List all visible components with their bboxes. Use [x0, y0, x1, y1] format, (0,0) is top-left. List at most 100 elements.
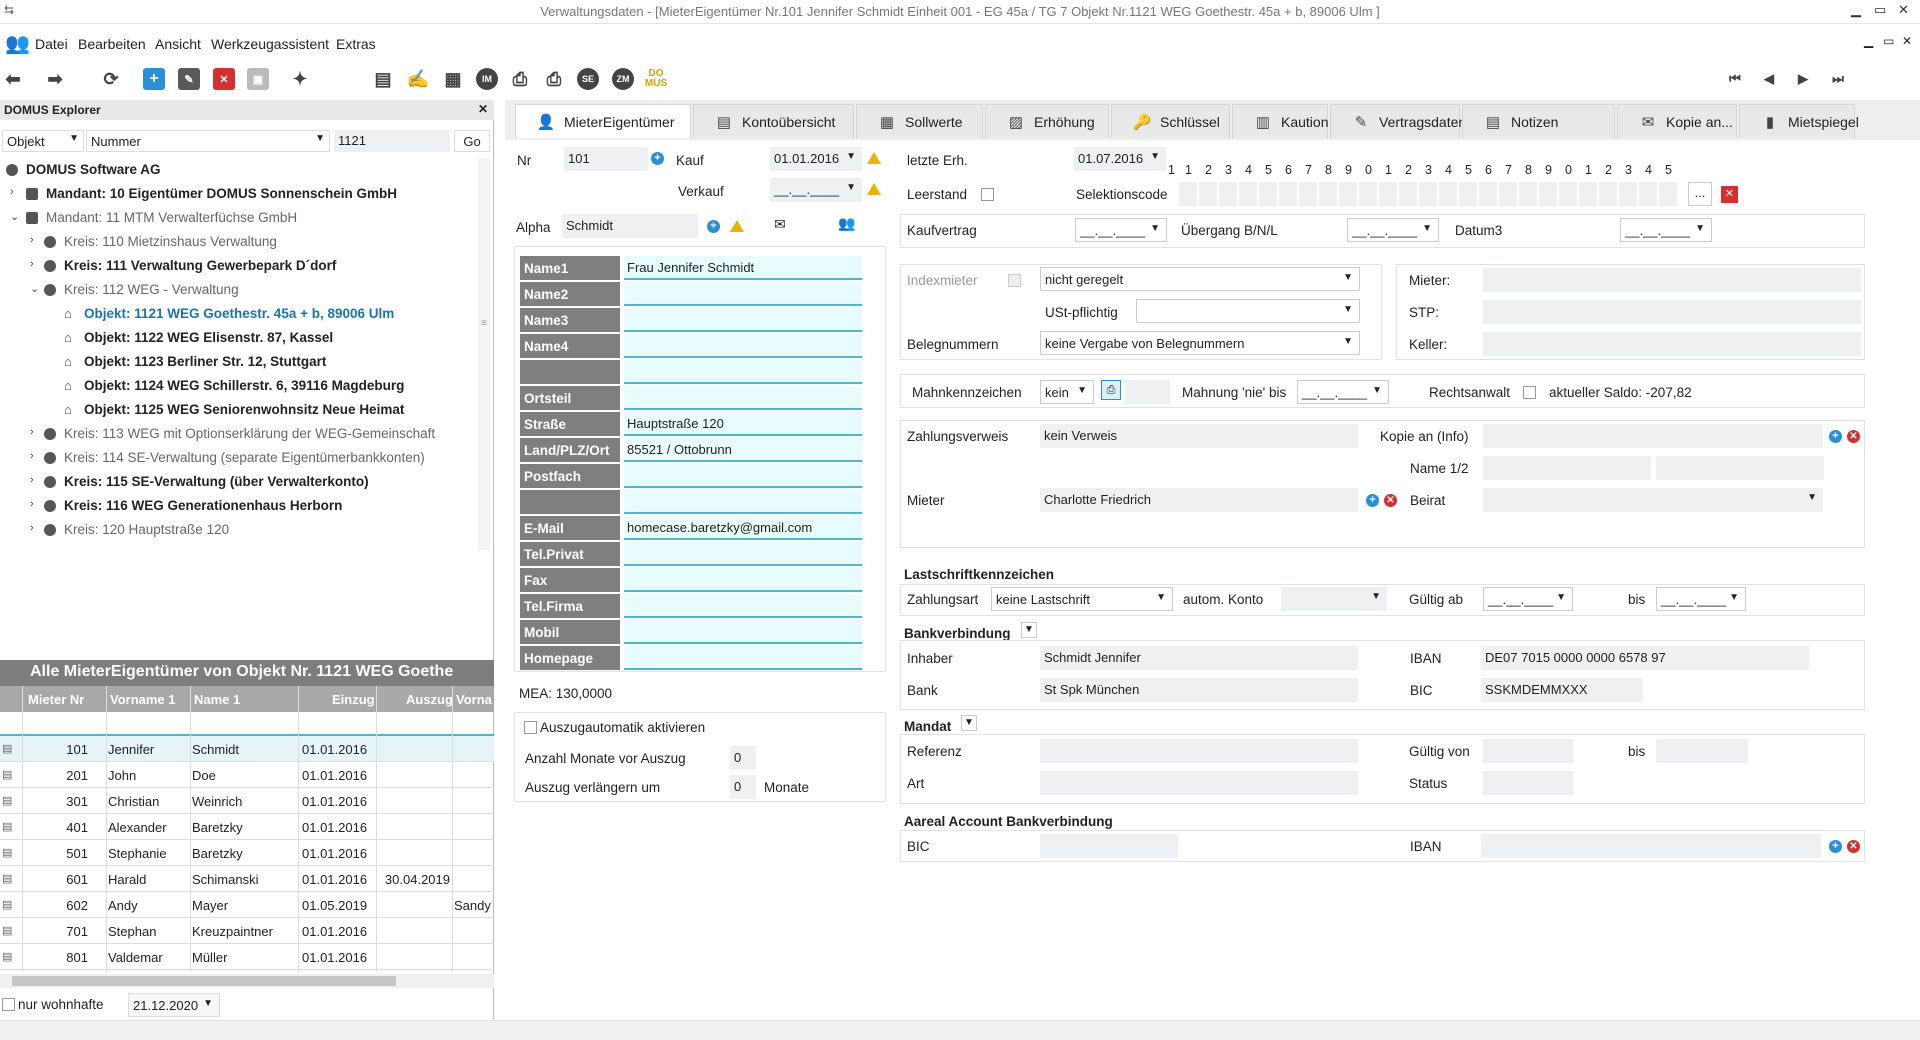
- table-row[interactable]: ▤ 602 Andy Mayer 01.05.2019 Sandy: [0, 892, 494, 918]
- mahn-extra-field[interactable]: [1124, 380, 1170, 404]
- remove-icon[interactable]: ✕: [1847, 840, 1860, 853]
- table-row[interactable]: ▤ 201 John Doe 01.01.2016: [0, 762, 494, 788]
- zm-icon[interactable]: ZM: [612, 68, 634, 90]
- nr-field[interactable]: 101: [564, 147, 648, 171]
- ust-select[interactable]: ▼: [1136, 299, 1360, 323]
- selektionscode-box[interactable]: [1239, 182, 1257, 206]
- selektionscode-box[interactable]: [1459, 182, 1477, 206]
- filter-value-input[interactable]: 1121: [334, 130, 450, 152]
- address-field[interactable]: [624, 282, 862, 306]
- menu-extras[interactable]: Extras: [336, 36, 376, 52]
- back-icon[interactable]: ⬅: [2, 68, 24, 90]
- datum3-date[interactable]: __.__.____ ▼: [1620, 218, 1712, 242]
- selektionscode-box[interactable]: [1219, 182, 1237, 206]
- sign-icon[interactable]: ✍: [407, 68, 429, 90]
- keller-field[interactable]: [1483, 332, 1861, 356]
- mdi-minimize-icon[interactable]: ▁: [1864, 34, 1873, 48]
- bank-field[interactable]: St Spk München: [1040, 678, 1358, 702]
- table-row[interactable]: ▤ 401 Alexander Baretzky 01.01.2016: [0, 814, 494, 840]
- clear-icon[interactable]: ✕: [1721, 186, 1738, 203]
- print-icon[interactable]: ⎙: [1101, 380, 1121, 400]
- aareal-bic-field[interactable]: [1040, 834, 1178, 858]
- mahnkennzeichen-select[interactable]: kein ▼: [1040, 380, 1094, 404]
- delete-icon[interactable]: ✕: [213, 68, 235, 90]
- selektionscode-box[interactable]: [1439, 182, 1457, 206]
- add-icon[interactable]: +: [1829, 840, 1842, 853]
- iban-field[interactable]: DE07 7015 0000 0000 6578 97: [1481, 646, 1809, 670]
- selektionscode-box[interactable]: [1659, 182, 1677, 206]
- report-icon[interactable]: ▤: [372, 68, 394, 90]
- selektionscode-box[interactable]: [1199, 182, 1217, 206]
- address-field[interactable]: [624, 386, 862, 410]
- add-icon[interactable]: +: [1366, 494, 1379, 507]
- table-row[interactable]: ▤ 601 Harald Schimanski 01.01.2016 30.04.2019: [0, 866, 494, 892]
- selektionscode-box[interactable]: [1559, 182, 1577, 206]
- col-name[interactable]: Name 1: [194, 692, 240, 707]
- menu-werkzeugassistent[interactable]: Werkzeugassistent: [211, 36, 329, 52]
- kopie-field[interactable]: [1483, 424, 1823, 448]
- refresh-icon[interactable]: ⟳: [100, 68, 122, 90]
- zahlungsart-select[interactable]: keine Lastschrift ▼: [991, 587, 1173, 611]
- uebergang-date[interactable]: __.__.____ ▼: [1347, 218, 1439, 242]
- wizard-icon[interactable]: ✦: [289, 68, 311, 90]
- chevron-down-icon[interactable]: ▼: [1021, 622, 1037, 638]
- menu-bearbeiten[interactable]: Bearbeiten: [78, 36, 146, 52]
- last-record-icon[interactable]: ⏭: [1827, 68, 1849, 90]
- selektionscode-box[interactable]: [1419, 182, 1437, 206]
- aareal-iban-field[interactable]: [1481, 834, 1821, 858]
- tab-kontouebersicht[interactable]: ▤ Kontoübersicht: [693, 104, 854, 138]
- explorer-close-icon[interactable]: ✕: [478, 102, 488, 116]
- tab-mietereigentuemer[interactable]: 👤 MieterEigentümer: [515, 104, 691, 138]
- tab-notizen[interactable]: ▤ Notizen: [1462, 104, 1615, 138]
- selektionscode-box[interactable]: [1259, 182, 1277, 206]
- selektionscode-box[interactable]: [1279, 182, 1297, 206]
- name2-field[interactable]: [1656, 456, 1824, 480]
- tab-kaution[interactable]: ▥ Kaution: [1232, 104, 1328, 138]
- tab-sollwerte[interactable]: ▦ Sollwerte: [856, 104, 983, 138]
- bis-date[interactable]: __.__.____ ▼: [1656, 587, 1746, 611]
- selektionscode-box[interactable]: [1359, 182, 1377, 206]
- verkauf-date[interactable]: __.__.____ ▼: [770, 178, 862, 202]
- address-field[interactable]: [624, 334, 862, 358]
- add-icon[interactable]: +: [143, 68, 165, 90]
- zahlungsverweis-field[interactable]: kein Verweis: [1040, 424, 1358, 448]
- first-record-icon[interactable]: ⏮: [1724, 68, 1746, 90]
- address-field[interactable]: [624, 620, 862, 644]
- auszugautomatik-checkbox[interactable]: [524, 721, 537, 734]
- tab-vertragsdaten[interactable]: ✎ Vertragsdaten: [1330, 104, 1466, 138]
- grid-filter-row[interactable]: [0, 712, 494, 736]
- address-field[interactable]: [624, 490, 862, 514]
- domus-logo[interactable]: DO MUS: [645, 68, 667, 90]
- remove-icon[interactable]: ✕: [1847, 430, 1860, 443]
- mahnung-nie-date[interactable]: __.__.____ ▼: [1297, 380, 1389, 404]
- indexmieter-checkbox[interactable]: [1008, 274, 1021, 287]
- minimize-icon[interactable]: ▁: [1851, 2, 1861, 18]
- mail-icon[interactable]: ✉: [774, 216, 786, 233]
- selektionscode-box[interactable]: [1639, 182, 1657, 206]
- auszug-verlaengern-field[interactable]: 0: [730, 775, 756, 799]
- selektionscode-box[interactable]: [1619, 182, 1637, 206]
- selektionscode-box[interactable]: [1399, 182, 1417, 206]
- address-field[interactable]: [624, 542, 862, 566]
- menu-ansicht[interactable]: Ansicht: [155, 36, 201, 52]
- belegnummern-select[interactable]: keine Vergabe von Belegnummern ▼: [1040, 331, 1360, 355]
- selektionscode-box[interactable]: [1319, 182, 1337, 206]
- filter-mode-select[interactable]: Nummer ▼: [86, 130, 330, 152]
- referenz-field[interactable]: [1040, 739, 1358, 763]
- edit-icon[interactable]: ✎: [178, 68, 200, 90]
- bic-field[interactable]: SSKMDEMMXXX: [1481, 678, 1643, 702]
- close-icon[interactable]: ✕: [1898, 2, 1909, 18]
- table-row[interactable]: ▤ 501 Stephanie Baretzky 01.01.2016: [0, 840, 494, 866]
- forward-icon[interactable]: ➡: [44, 68, 66, 90]
- mdi-close-icon[interactable]: ✕: [1902, 34, 1912, 48]
- remove-icon[interactable]: ✕: [1384, 494, 1397, 507]
- letzte-erh-date[interactable]: 01.07.2016 ▼: [1074, 147, 1166, 171]
- filter-field-select[interactable]: Objekt ▼: [2, 130, 84, 152]
- inhaber-field[interactable]: Schmidt Jennifer: [1040, 646, 1358, 670]
- selektionscode-box[interactable]: [1579, 182, 1597, 206]
- col-auszug[interactable]: Auszug: [406, 692, 453, 707]
- selektionscode-box[interactable]: [1539, 182, 1557, 206]
- mieter2-field[interactable]: Charlotte Friedrich: [1040, 488, 1358, 512]
- anzahl-monate-field[interactable]: 0: [730, 746, 756, 770]
- selektionscode-box[interactable]: [1519, 182, 1537, 206]
